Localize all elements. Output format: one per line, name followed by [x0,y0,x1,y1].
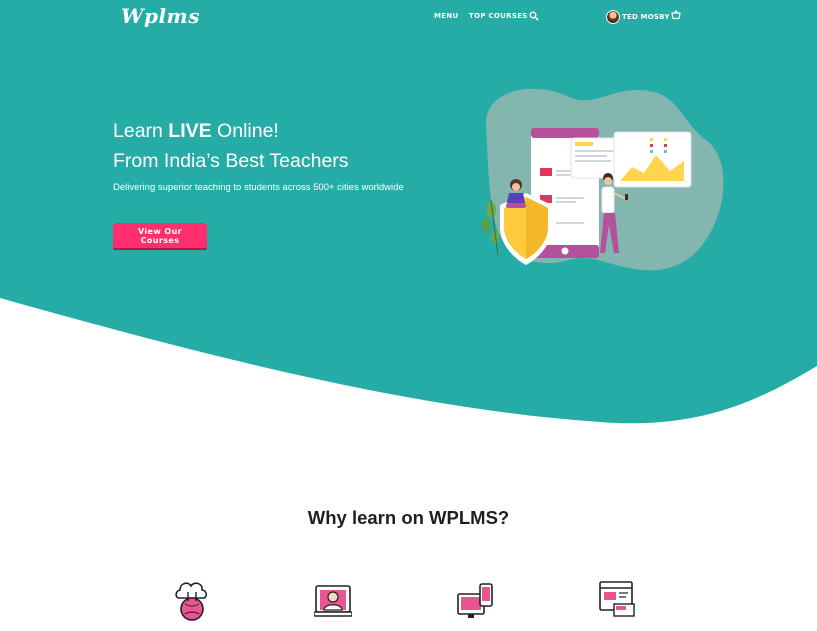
cloud-globe-icon [175,582,208,621]
online-tutor-icon [314,585,352,617]
section-title: Why learn on WPLMS? [307,507,510,528]
hero-title-line-1: Learn LIVE Online! [113,120,279,142]
nav-top-courses-link[interactable]: TOP COURSES [469,12,528,20]
web-editor-icon [599,581,635,617]
site-header: Wplms MENU TOP COURSES TED MOSBY [0,0,817,34]
hero-illustration [482,88,724,271]
nav-menu-link[interactable]: MENU [434,12,459,20]
page: Wplms MENU TOP COURSES TED MOSBY Learn L… [0,0,817,631]
hero-title: Learn LIVE Online! From India’s Best Tea… [113,116,349,176]
hero-title-emphasis: LIVE [168,120,212,142]
multi-device-icon [457,583,493,618]
site-logo[interactable]: Wplms [121,4,200,28]
user-menu[interactable]: TED MOSBY [606,10,670,24]
cart-icon[interactable] [671,10,681,20]
search-icon[interactable] [529,11,539,21]
user-name: TED MOSBY [622,13,670,21]
avatar [606,10,620,24]
view-courses-button[interactable]: View Our Courses [113,223,207,248]
hero-title-line-2: From India’s Best Teachers [113,150,349,172]
hero-subtitle: Delivering superior teaching to students… [113,182,404,193]
